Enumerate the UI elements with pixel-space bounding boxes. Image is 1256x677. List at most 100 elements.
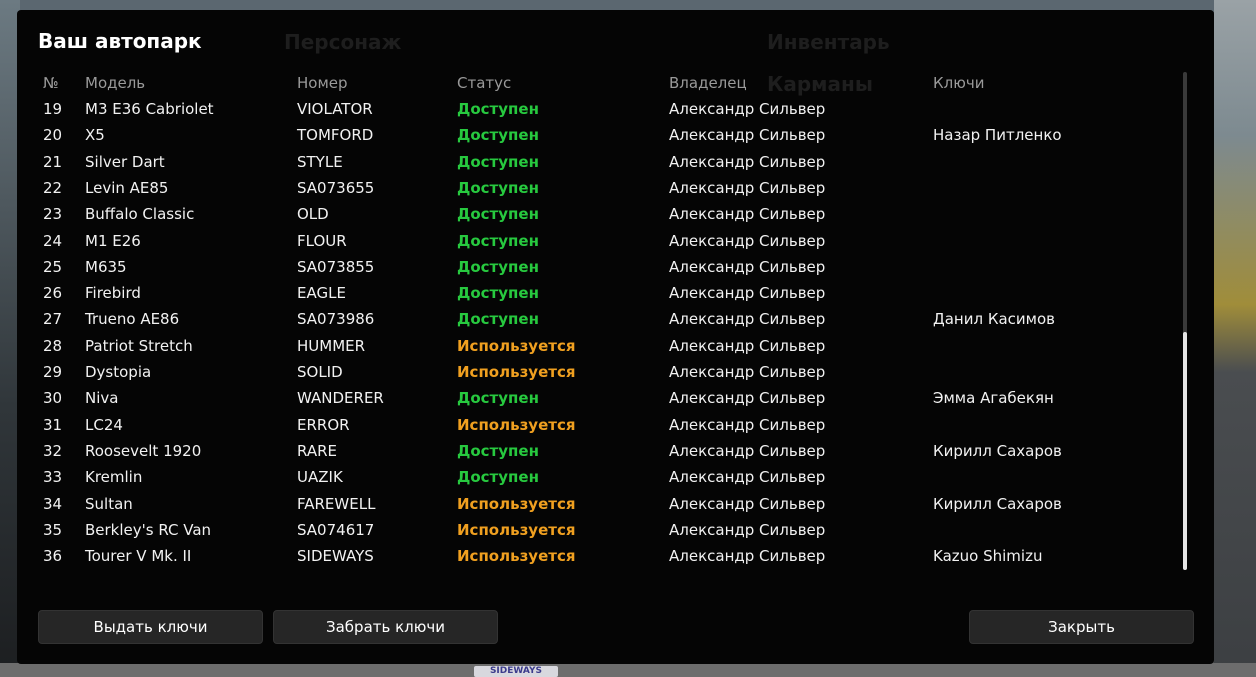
row-plate: TOMFORD [297, 126, 374, 145]
row-plate: SA074617 [297, 520, 375, 539]
row-status: Доступен [457, 100, 539, 118]
row-model: Silver Dart [85, 152, 165, 171]
row-number: 28 [43, 336, 63, 355]
row-model: Buffalo Classic [85, 205, 195, 224]
row-plate: SA073986 [297, 310, 375, 329]
table-row[interactable]: 19 M3 E36 Cabriolet VIOLATOR Доступен Алекса… [17, 99, 1182, 125]
row-model: Trueno AE86 [85, 310, 180, 329]
garage-panel: Персонаж Инвентарь Карманы Ваш автопарк … [17, 10, 1214, 664]
row-status: Доступен [457, 284, 539, 303]
row-owner: Александр Сильвер [669, 310, 826, 329]
table-row[interactable]: 23 Buffalo Classic OLD Доступен Александр Си… [17, 204, 1182, 230]
row-status: Используется [457, 415, 576, 434]
window-title: Ваш автопарк [38, 29, 202, 53]
table-row[interactable]: 32 Roosevelt 1920 RARE Доступен Александр Си… [17, 441, 1182, 467]
row-status: Доступен [457, 152, 539, 171]
table-row[interactable]: 33 Kremlin UAZIK Доступен Александр Сильвер [17, 467, 1182, 493]
row-keys: Назар Питленко [933, 126, 1062, 145]
row-owner: Александр Сильвер [669, 100, 826, 118]
row-model: Tourer V Mk. II [85, 547, 192, 566]
row-owner: Александр Сильвер [669, 389, 826, 408]
row-plate: OLD [297, 205, 329, 224]
row-model: Patriot Stretch [85, 336, 193, 355]
col-plate: Номер [297, 74, 348, 92]
row-plate: SOLID [297, 363, 343, 381]
table-row[interactable]: 22 Levin AE85 SA073655 Доступен Александр Си… [17, 178, 1182, 204]
row-status: Доступен [457, 389, 539, 408]
row-status: Доступен [457, 178, 539, 197]
row-model: M635 [85, 257, 127, 276]
row-owner: Александр Сильвер [669, 152, 826, 171]
scrollbar[interactable] [1183, 72, 1187, 570]
row-plate: SA073655 [297, 178, 375, 197]
row-model: LC24 [85, 415, 123, 434]
row-owner: Александр Сильвер [669, 205, 826, 224]
col-number: № [43, 74, 59, 92]
table-row[interactable]: 20 X5 TOMFORD Доступен Александр Сильвер Наза… [17, 125, 1182, 151]
row-plate: FLOUR [297, 231, 347, 250]
row-plate: SA073855 [297, 257, 375, 276]
row-number: 19 [43, 100, 63, 118]
row-owner: Александр Сильвер [669, 231, 826, 250]
table-row[interactable]: 29 Dystopia SOLID Используется Александр Сил… [17, 362, 1182, 388]
table-row[interactable]: 24 M1 E26 FLOUR Доступен Александр Сильвер [17, 231, 1182, 257]
table-row[interactable]: 21 Silver Dart STYLE Доступен Александр Силь… [17, 152, 1182, 178]
row-plate: WANDERER [297, 389, 384, 408]
row-status: Используется [457, 520, 576, 539]
row-keys: Кирилл Сахаров [933, 441, 1062, 460]
game-background-right [1214, 0, 1256, 677]
row-owner: Александр Сильвер [669, 336, 826, 355]
row-number: 26 [43, 284, 63, 303]
table-row[interactable]: 31 LC24 ERROR Используется Александр Сильвер [17, 415, 1182, 441]
table-row[interactable]: 30 Niva WANDERER Доступен Александр Сильвер Э… [17, 388, 1182, 414]
row-status: Доступен [457, 126, 539, 145]
row-owner: Александр Сильвер [669, 178, 826, 197]
row-number: 23 [43, 205, 63, 224]
row-model: Roosevelt 1920 [85, 441, 202, 460]
col-model: Модель [85, 74, 146, 92]
col-status: Статус [457, 74, 512, 92]
row-plate: HUMMER [297, 336, 366, 355]
take-keys-button[interactable]: Забрать ключи [273, 610, 498, 644]
game-background-bottom [0, 663, 1256, 677]
row-owner: Александр Сильвер [669, 468, 826, 487]
row-model: Kremlin [85, 468, 143, 487]
row-number: 31 [43, 415, 63, 434]
row-model: Berkley's RC Van [85, 520, 212, 539]
row-model: Niva [85, 389, 119, 408]
row-number: 36 [43, 547, 63, 566]
row-keys: Данил Касимов [933, 310, 1055, 329]
row-plate: FAREWELL [297, 494, 376, 513]
row-owner: Александр Сильвер [669, 547, 826, 566]
row-status: Доступен [457, 257, 539, 276]
row-number: 20 [43, 126, 63, 145]
table-row[interactable]: 26 Firebird EAGLE Доступен Александр Сильвер [17, 283, 1182, 309]
row-plate: RARE [297, 441, 337, 460]
row-model: Levin AE85 [85, 178, 169, 197]
give-keys-button[interactable]: Выдать ключи [38, 610, 263, 644]
row-model: M3 E36 Cabriolet [85, 100, 214, 118]
row-model: M1 E26 [85, 231, 141, 250]
close-button[interactable]: Закрыть [969, 610, 1194, 644]
row-plate: VIOLATOR [297, 100, 373, 118]
ghost-tab-character: Персонаж [284, 30, 402, 54]
row-number: 27 [43, 310, 63, 329]
row-plate: UAZIK [297, 468, 343, 487]
row-owner: Александр Сильвер [669, 363, 826, 381]
scrollbar-thumb[interactable] [1183, 332, 1187, 570]
row-owner: Александр Сильвер [669, 284, 826, 303]
table-row[interactable]: 27 Trueno AE86 SA073986 Доступен Александр С… [17, 309, 1182, 335]
row-model: Sultan [85, 494, 133, 513]
background-license-plate: SIDEWAYS [474, 666, 558, 677]
table-row[interactable]: 25 M635 SA073855 Доступен Александр Сильвер [17, 257, 1182, 283]
table-row[interactable]: 34 Sultan FAREWELL Используется Александр Си… [17, 494, 1182, 520]
row-keys: Kazuo Shimizu [933, 547, 1043, 566]
table-row[interactable]: 35 Berkley's RC Van SA074617 Используется Ал… [17, 520, 1182, 546]
row-number: 24 [43, 231, 63, 250]
row-status: Доступен [457, 310, 539, 329]
col-keys: Ключи [933, 74, 985, 92]
table-row[interactable]: 28 Patriot Stretch HUMMER Используется Алекс… [17, 336, 1182, 362]
table-row[interactable]: 36 Tourer V Mk. II SIDEWAYS Используется Але… [17, 546, 1182, 572]
col-owner: Владелец [669, 74, 747, 92]
row-plate: EAGLE [297, 284, 346, 303]
